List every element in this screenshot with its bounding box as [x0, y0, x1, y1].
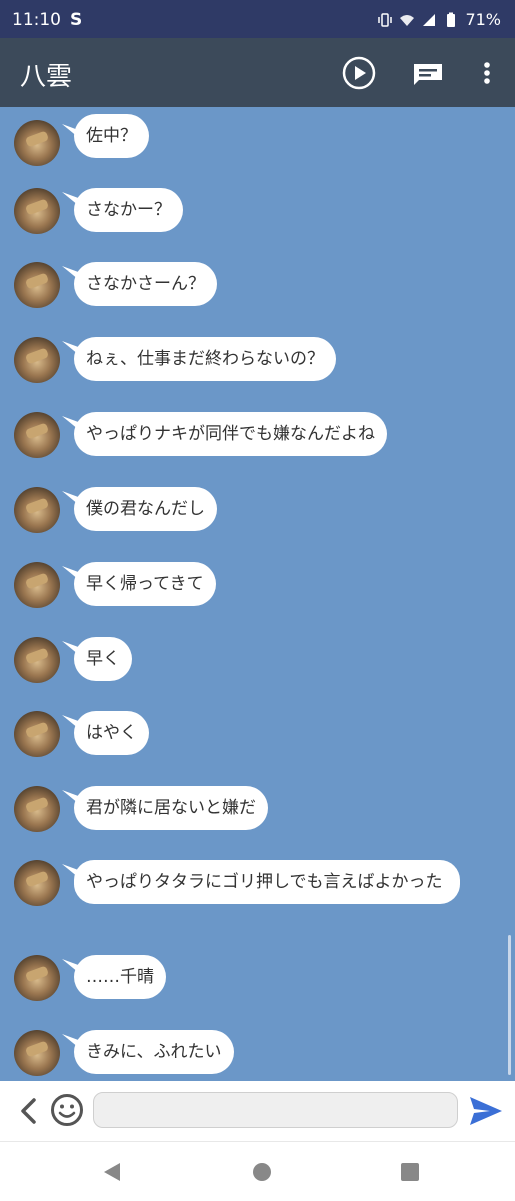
avatar[interactable] — [14, 262, 60, 308]
battery-percent: 71% — [465, 10, 501, 29]
chevron-left-icon[interactable] — [14, 1095, 42, 1127]
app-bar: 八雲 — [0, 38, 515, 107]
chat-title: 八雲 — [20, 62, 73, 92]
message-bubble: はやく — [74, 711, 149, 755]
avatar[interactable] — [14, 337, 60, 383]
home-circle-icon[interactable] — [250, 1160, 274, 1184]
send-icon[interactable] — [468, 1094, 504, 1128]
message-bubble: さなかさーん？ — [74, 262, 217, 306]
system-nav-bar — [0, 1141, 515, 1201]
more-vert-icon[interactable] — [470, 56, 504, 90]
avatar[interactable] — [14, 786, 60, 832]
avatar[interactable] — [14, 637, 60, 683]
avatar[interactable] — [14, 711, 60, 757]
status-bar: 11:10 S 71% — [0, 0, 515, 38]
avatar[interactable] — [14, 1030, 60, 1076]
status-time: 11:10 — [12, 10, 61, 30]
avatar[interactable] — [14, 562, 60, 608]
message-bubble: きみに、ふれたい — [74, 1030, 234, 1074]
input-bar — [0, 1081, 515, 1141]
message-input[interactable] — [93, 1092, 458, 1128]
avatar[interactable] — [14, 955, 60, 1001]
recents-square-icon[interactable] — [398, 1160, 422, 1184]
signal-icon — [423, 13, 436, 26]
chat-area[interactable]: 佐中？ さなかー？ さなかさーん？ ねぇ、仕事まだ終わらないの？ やっぱりナキが… — [0, 107, 515, 1081]
message-bubble: 佐中？ — [74, 114, 149, 158]
avatar[interactable] — [14, 188, 60, 234]
message-bubble: 僕の君なんだし — [74, 487, 217, 531]
message-icon[interactable] — [411, 56, 445, 90]
status-icons: 71% — [377, 10, 501, 29]
message-bubble: ……千晴 — [74, 955, 166, 999]
avatar[interactable] — [14, 487, 60, 533]
message-bubble: さなかー？ — [74, 188, 183, 232]
avatar[interactable] — [14, 120, 60, 166]
message-bubble: 君が隣に居ないと嫌だ — [74, 786, 268, 830]
message-bubble: やっぱりナキが同伴でも嫌なんだよね — [74, 412, 387, 456]
message-bubble: ねぇ、仕事まだ終わらないの？ — [74, 337, 336, 381]
play-icon[interactable] — [342, 56, 376, 90]
s-app-icon: S — [70, 10, 83, 30]
emoji-icon[interactable] — [50, 1093, 84, 1127]
avatar[interactable] — [14, 412, 60, 458]
message-bubble: 早く帰ってきて — [74, 562, 216, 606]
vibrate-icon — [378, 12, 393, 27]
message-bubble: やっぱりタタラにゴリ押しでも言えばよかった — [74, 860, 460, 904]
scrollbar[interactable] — [508, 935, 511, 1075]
back-triangle-icon[interactable] — [100, 1160, 124, 1184]
wifi-5g-icon — [400, 14, 415, 26]
avatar[interactable] — [14, 860, 60, 906]
message-bubble: 早く — [74, 637, 132, 681]
battery-icon — [447, 12, 456, 27]
